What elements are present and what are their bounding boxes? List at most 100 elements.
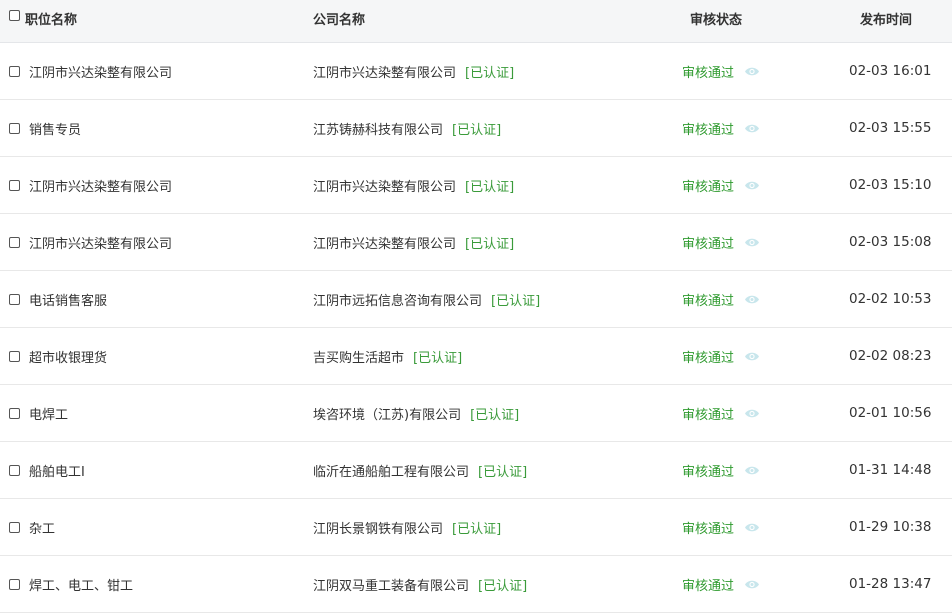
row-checkbox-cell [9, 499, 20, 555]
status-text: 审核通过 [682, 578, 735, 594]
row-checkbox[interactable] [9, 464, 20, 476]
company-name-link[interactable]: 江阴长景钢铁有限公司 [313, 518, 443, 537]
verified-badge: [已认证] [465, 65, 515, 81]
row-checkbox-cell [9, 100, 20, 156]
status-text: 审核通过 [682, 65, 735, 81]
status-cell: 审核通过 [682, 499, 760, 555]
company-name-link[interactable]: 江阴市兴达染整有限公司 [313, 62, 456, 81]
table-row: 销售专员 江苏铸赫科技有限公司 [已认证] 审核通过 02-03 15:55 [0, 100, 952, 157]
verified-badge: [已认证] [413, 350, 463, 366]
eye-icon[interactable] [744, 123, 760, 134]
verified-badge: [已认证] [452, 122, 502, 138]
eye-icon[interactable] [744, 66, 760, 77]
job-title-link[interactable]: 江阴市兴达染整有限公司 [29, 214, 172, 270]
job-title-link[interactable]: 江阴市兴达染整有限公司 [29, 43, 172, 99]
verified-badge: [已认证] [465, 179, 515, 195]
row-checkbox[interactable] [9, 350, 20, 362]
eye-icon[interactable] [744, 579, 760, 590]
company-name-link[interactable]: 江苏铸赫科技有限公司 [313, 119, 443, 138]
verified-badge: [已认证] [478, 464, 528, 480]
row-checkbox[interactable] [9, 407, 20, 419]
row-checkbox[interactable] [9, 236, 20, 248]
eye-icon[interactable] [744, 351, 760, 362]
table-row: 船舶电工I 临沂在通船舶工程有限公司 [已认证] 审核通过 01-31 14:4… [0, 442, 952, 499]
row-checkbox[interactable] [9, 521, 20, 533]
company-name-link[interactable]: 临沂在通船舶工程有限公司 [313, 461, 469, 480]
job-title-link[interactable]: 电话销售客服 [29, 271, 107, 327]
verified-badge: [已认证] [470, 407, 520, 423]
table-row: 电焊工 埃咨环境（江苏)有限公司 [已认证] 审核通过 02-01 10:56 [0, 385, 952, 442]
verified-badge: [已认证] [452, 521, 502, 537]
job-title-link[interactable]: 电焊工 [29, 385, 68, 441]
header-status[interactable]: 审核状态 [690, 0, 742, 42]
row-checkbox-cell [9, 271, 20, 327]
row-checkbox[interactable] [9, 293, 20, 305]
status-text: 审核通过 [682, 350, 735, 366]
status-cell: 审核通过 [682, 43, 760, 99]
header-company[interactable]: 公司名称 [313, 0, 365, 42]
company-cell: 江阴长景钢铁有限公司 [已认证] [313, 499, 501, 555]
publish-time: 01-31 14:48 [849, 462, 932, 478]
select-all-checkbox[interactable] [9, 10, 20, 21]
status-cell: 审核通过 [682, 157, 760, 213]
status-cell: 审核通过 [682, 328, 760, 384]
publish-time: 02-03 15:10 [849, 177, 932, 193]
publish-time: 02-02 10:53 [849, 291, 932, 307]
company-cell: 江阴双马重工装备有限公司 [已认证] [313, 556, 527, 612]
publish-time: 01-29 10:38 [849, 519, 932, 535]
table-row: 江阴市兴达染整有限公司 江阴市兴达染整有限公司 [已认证] 审核通过 02-03… [0, 214, 952, 271]
company-cell: 江阴市兴达染整有限公司 [已认证] [313, 214, 514, 270]
company-name-link[interactable]: 江阴市兴达染整有限公司 [313, 176, 456, 195]
job-title-link[interactable]: 船舶电工I [29, 442, 85, 498]
table-header: 职位名称 公司名称 审核状态 发布时间 [0, 0, 952, 43]
table-row: 超市收银理货 吉买购生活超市 [已认证] 审核通过 02-02 08:23 [0, 328, 952, 385]
company-cell: 吉买购生活超市 [已认证] [313, 328, 462, 384]
status-text: 审核通过 [682, 236, 735, 252]
row-checkbox-cell [9, 556, 20, 612]
header-publish-time[interactable]: 发布时间 [860, 0, 912, 42]
job-list-table: 职位名称 公司名称 审核状态 发布时间 江阴市兴达染整有限公司 江阴市兴达染整有… [0, 0, 952, 613]
eye-icon[interactable] [744, 408, 760, 419]
row-checkbox-cell [9, 43, 20, 99]
row-checkbox-cell [9, 328, 20, 384]
company-name-link[interactable]: 埃咨环境（江苏)有限公司 [313, 404, 461, 423]
status-text: 审核通过 [682, 293, 735, 309]
status-text: 审核通过 [682, 122, 735, 138]
row-checkbox[interactable] [9, 122, 20, 134]
company-name-link[interactable]: 江阴市远拓信息咨询有限公司 [313, 290, 482, 309]
row-checkbox-cell [9, 442, 20, 498]
job-title-link[interactable]: 江阴市兴达染整有限公司 [29, 157, 172, 213]
verified-badge: [已认证] [465, 236, 515, 252]
job-title-link[interactable]: 焊工、电工、钳工 [29, 556, 133, 612]
company-name-link[interactable]: 江阴市兴达染整有限公司 [313, 233, 456, 252]
status-cell: 审核通过 [682, 100, 760, 156]
job-title-link[interactable]: 超市收银理货 [29, 328, 107, 384]
status-cell: 审核通过 [682, 385, 760, 441]
company-name-link[interactable]: 江阴双马重工装备有限公司 [313, 575, 469, 594]
row-checkbox-cell [9, 214, 20, 270]
table-row: 江阴市兴达染整有限公司 江阴市兴达染整有限公司 [已认证] 审核通过 02-03… [0, 157, 952, 214]
eye-icon[interactable] [744, 294, 760, 305]
eye-icon[interactable] [744, 465, 760, 476]
company-cell: 埃咨环境（江苏)有限公司 [已认证] [313, 385, 519, 441]
publish-time: 02-03 15:08 [849, 234, 932, 250]
row-checkbox[interactable] [9, 65, 20, 77]
company-cell: 江阴市兴达染整有限公司 [已认证] [313, 43, 514, 99]
table-row: 江阴市兴达染整有限公司 江阴市兴达染整有限公司 [已认证] 审核通过 02-03… [0, 43, 952, 100]
job-title-link[interactable]: 杂工 [29, 499, 55, 555]
eye-icon[interactable] [744, 180, 760, 191]
eye-icon[interactable] [744, 237, 760, 248]
company-cell: 江苏铸赫科技有限公司 [已认证] [313, 100, 501, 156]
job-title-link[interactable]: 销售专员 [29, 100, 81, 156]
table-body: 江阴市兴达染整有限公司 江阴市兴达染整有限公司 [已认证] 审核通过 02-03… [0, 43, 952, 613]
company-name-link[interactable]: 吉买购生活超市 [313, 347, 404, 366]
row-checkbox[interactable] [9, 578, 20, 590]
row-checkbox-cell [9, 385, 20, 441]
status-text: 审核通过 [682, 464, 735, 480]
status-text: 审核通过 [682, 521, 735, 537]
row-checkbox[interactable] [9, 179, 20, 191]
header-job-title[interactable]: 职位名称 [25, 0, 77, 42]
eye-icon[interactable] [744, 522, 760, 533]
table-row: 焊工、电工、钳工 江阴双马重工装备有限公司 [已认证] 审核通过 01-28 1… [0, 556, 952, 613]
verified-badge: [已认证] [491, 293, 541, 309]
